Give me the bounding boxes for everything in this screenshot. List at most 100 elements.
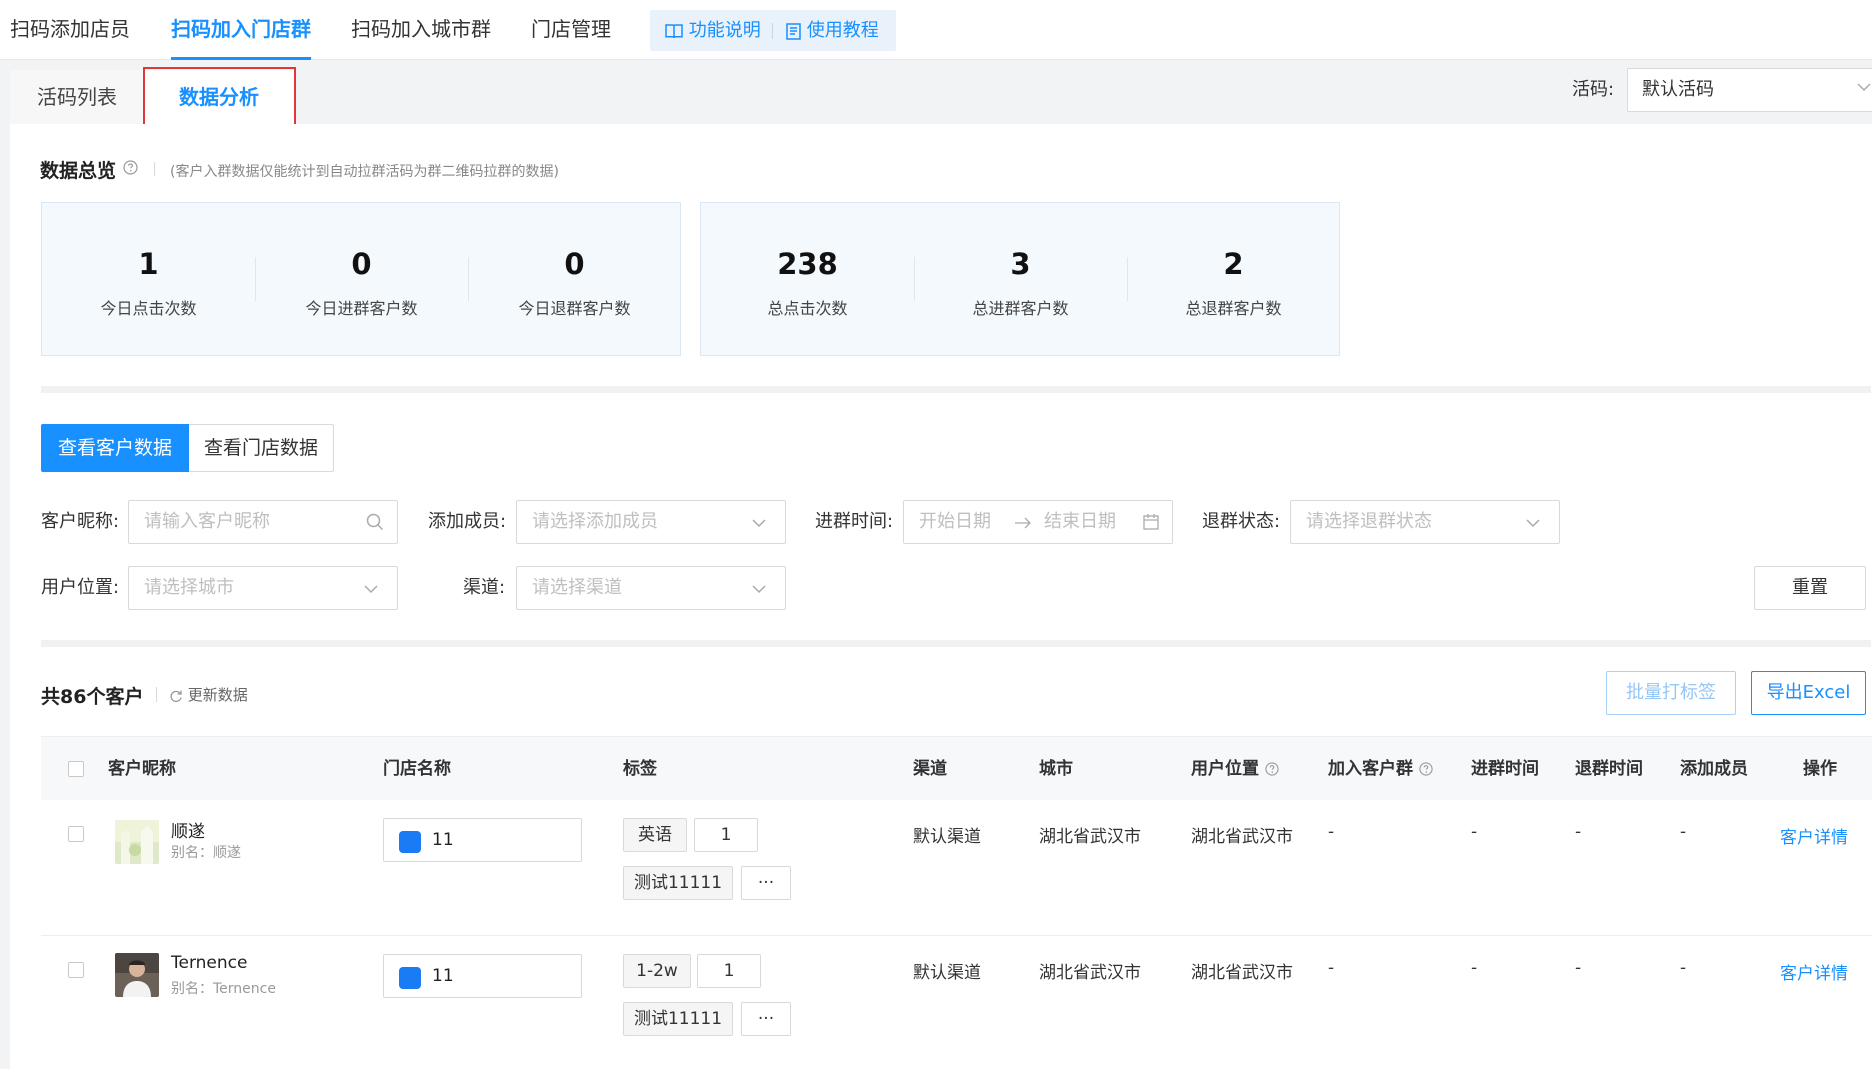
added-member: -: [1680, 822, 1687, 842]
chevron-down-icon: [752, 585, 766, 594]
channel: 默认渠道: [913, 827, 981, 847]
tag: 测试11111: [623, 1002, 733, 1036]
total-stats: 238 总点击次数 3 总进群客户数 2 总退群客户数: [700, 202, 1340, 356]
tab-live-code-list[interactable]: 活码列表: [10, 70, 144, 124]
stat-total-quit: 2 总退群客户数: [1185, 247, 1282, 318]
code-select-value: 默认活码: [1642, 79, 1714, 100]
chevron-down-icon: [752, 519, 766, 528]
view-customer-data-button[interactable]: 查看客户数据: [41, 424, 189, 472]
col-nickname: 客户昵称: [108, 759, 176, 779]
store-icon: [399, 831, 421, 853]
more-tags-button[interactable]: ···: [741, 1002, 791, 1036]
quit-status-label: 退群状态:: [1202, 511, 1281, 532]
customer-nickname: Ternence: [171, 953, 248, 973]
feature-help-link[interactable]: 功能说明: [665, 10, 761, 51]
stat-total-joined: 3 总进群客户数: [972, 247, 1069, 318]
store-name-box: 11: [383, 954, 582, 998]
tag: 1: [697, 954, 761, 988]
overview-title: 数据总览: [40, 160, 117, 182]
search-icon: [366, 513, 384, 531]
member-select[interactable]: 请选择添加成员: [516, 500, 786, 544]
section-divider: [41, 640, 1871, 647]
stat-today-quit: 0 今日退群客户数: [518, 247, 631, 318]
avatar: [115, 820, 159, 864]
nickname-input[interactable]: 请输入客户昵称: [128, 500, 398, 544]
divider: [154, 162, 155, 176]
col-member: 添加成员: [1680, 759, 1748, 779]
row-checkbox[interactable]: [68, 826, 84, 842]
chevron-down-icon: [1857, 83, 1871, 92]
overview-note: (客户入群数据仅能统计到自动拉群活码为群二维码拉群的数据): [170, 164, 559, 180]
quit-status-select[interactable]: 请选择退群状态: [1290, 500, 1560, 544]
refresh-data-link[interactable]: 更新数据: [169, 684, 248, 705]
joined-group: -: [1328, 822, 1335, 842]
reset-button[interactable]: 重置: [1754, 566, 1866, 610]
customer-nickname: 顺遂: [171, 822, 205, 842]
city: 湖北省武汉市: [1039, 827, 1141, 847]
stat-today-joined: 0 今日进群客户数: [305, 247, 418, 318]
avatar: [115, 953, 159, 997]
batch-tag-button[interactable]: 批量打标签: [1606, 671, 1736, 715]
table-row: Ternence 别名：Ternence 11 1-2w 1 测试11111 ·…: [41, 936, 1872, 1069]
tutorial-link[interactable]: 使用教程: [786, 10, 879, 51]
main-panel: 数据总览 (客户入群数据仅能统计到自动拉群活码为群二维码拉群的数据) 1 今日点…: [10, 124, 1872, 1069]
quit-time: -: [1575, 958, 1582, 978]
tab-store-management[interactable]: 门店管理: [531, 0, 611, 60]
member-label: 添加成员:: [428, 511, 507, 532]
calendar-icon: [1143, 514, 1159, 530]
view-store-data-button[interactable]: 查看门店数据: [189, 424, 334, 472]
col-store: 门店名称: [383, 759, 451, 779]
channel-label: 渠道:: [463, 577, 506, 598]
added-member: -: [1680, 958, 1687, 978]
col-join-group: 加入客户群: [1328, 737, 1433, 801]
tab-scan-join-store-group[interactable]: 扫码加入门店群: [171, 0, 311, 60]
store-name-box: 11: [383, 818, 582, 862]
channel-select[interactable]: 请选择渠道: [516, 566, 786, 610]
highlight-box: [143, 67, 296, 130]
document-icon: [786, 22, 801, 40]
select-all-checkbox[interactable]: [68, 761, 84, 777]
quit-time: -: [1575, 822, 1582, 842]
row-checkbox[interactable]: [68, 962, 84, 978]
customer-count: 共86个客户: [41, 686, 144, 708]
code-select-label: 活码:: [1572, 79, 1615, 100]
section-divider: [41, 386, 1871, 393]
join-time: -: [1471, 958, 1478, 978]
col-action: 操作: [1803, 759, 1837, 779]
col-quit-time: 退群时间: [1575, 759, 1643, 779]
question-icon[interactable]: [1265, 762, 1279, 776]
join-time-range[interactable]: 开始日期 结束日期: [903, 500, 1173, 544]
tab-scan-add-clerk[interactable]: 扫码添加店员: [10, 0, 130, 60]
location-label: 用户位置:: [41, 577, 120, 598]
join-time: -: [1471, 822, 1478, 842]
nickname-label: 客户昵称:: [41, 511, 120, 532]
customer-detail-link[interactable]: 客户详情: [1780, 959, 1848, 984]
col-tags: 标签: [623, 759, 657, 779]
question-icon[interactable]: [123, 160, 138, 175]
top-nav: 扫码添加店员 扫码加入门店群 扫码加入城市群 门店管理 功能说明 使用教程: [0, 0, 1872, 60]
joined-group: -: [1328, 958, 1335, 978]
tag: 测试11111: [623, 866, 733, 900]
tab-scan-join-city-group[interactable]: 扫码加入城市群: [351, 0, 491, 60]
tag: 英语: [623, 818, 687, 852]
refresh-icon: [170, 690, 182, 702]
col-location: 用户位置: [1191, 737, 1279, 801]
export-excel-button[interactable]: 导出Excel: [1751, 671, 1866, 715]
join-time-label: 进群时间:: [815, 511, 894, 532]
more-tags-button[interactable]: ···: [741, 866, 791, 900]
channel: 默认渠道: [913, 963, 981, 983]
city: 湖北省武汉市: [1039, 963, 1141, 983]
question-icon[interactable]: [1419, 762, 1433, 776]
tag: 1: [694, 818, 758, 852]
store-icon: [399, 967, 421, 989]
location-select[interactable]: 请选择城市: [128, 566, 398, 610]
customer-detail-link[interactable]: 客户详情: [1780, 823, 1848, 848]
customer-alias: 别名：顺遂: [171, 845, 241, 861]
user-location: 湖北省武汉市: [1191, 963, 1293, 983]
user-location: 湖北省武汉市: [1191, 827, 1293, 847]
code-select[interactable]: 默认活码: [1627, 68, 1872, 112]
table-header: 客户昵称 门店名称 标签 渠道 城市 用户位置 加入客户群 进群时间 退群时间 …: [41, 736, 1872, 800]
col-city: 城市: [1039, 759, 1073, 779]
divider: [156, 687, 157, 702]
col-join-time: 进群时间: [1471, 759, 1539, 779]
